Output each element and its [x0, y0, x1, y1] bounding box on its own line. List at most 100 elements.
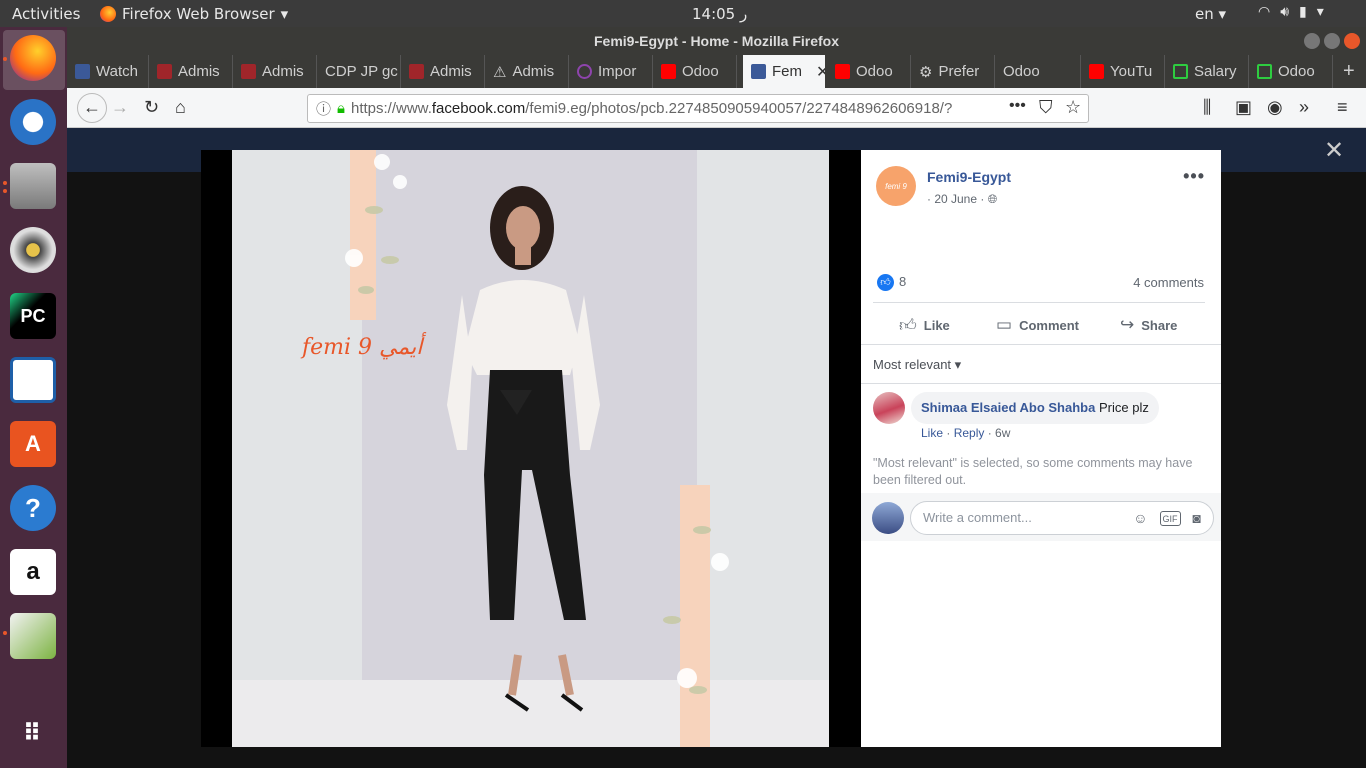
- activities-button[interactable]: Activities: [12, 5, 80, 23]
- running-indicator: [3, 631, 7, 635]
- tab[interactable]: ⚠ Admis: [485, 55, 569, 88]
- minimize-icon[interactable]: [1304, 33, 1320, 49]
- tab[interactable]: ⚙ Prefer: [911, 55, 995, 88]
- tab[interactable]: Impor: [569, 55, 653, 88]
- maximize-icon[interactable]: [1324, 33, 1340, 49]
- web-page: ✕ femi 9 أيمي femi 9 Femi9-Egypt · 20 Ju…: [67, 128, 1366, 768]
- home-icon[interactable]: ⌂: [175, 97, 186, 118]
- like-count[interactable]: 8: [899, 274, 906, 289]
- thunderbird-launcher-icon[interactable]: [10, 99, 56, 145]
- battery-icon: ▮: [1299, 4, 1307, 20]
- pocket-icon[interactable]: ⛉: [1039, 97, 1053, 118]
- firefox-icon: [100, 6, 116, 22]
- divider: [873, 302, 1205, 303]
- sticker-icon[interactable]: ◙: [1193, 502, 1201, 534]
- tab-strip: Watch Admis Admis CDP JP gc Admis ⚠ Admis…: [67, 55, 1366, 88]
- site-favicon-icon: [1173, 64, 1188, 79]
- site-favicon-icon: [157, 64, 172, 79]
- comment-sort-dropdown[interactable]: Most relevant ▾: [873, 357, 961, 373]
- system-top-bar: Activities Firefox Web Browser ▾ ر 14:05…: [0, 0, 1366, 27]
- page-actions-icon[interactable]: •••: [1009, 97, 1026, 115]
- comment-author-link[interactable]: Shimaa Elsaied Abo Shahba: [921, 400, 1095, 415]
- help-launcher-icon[interactable]: ?: [10, 485, 56, 531]
- amazon-launcher-icon[interactable]: a: [10, 549, 56, 595]
- account-icon[interactable]: ◉: [1267, 97, 1283, 118]
- speech-bubble-icon: ▭: [996, 315, 1013, 334]
- info-icon[interactable]: ⓘ: [316, 98, 331, 119]
- tab[interactable]: CDP JP gc: [317, 55, 401, 88]
- comment-bubble: Shimaa Elsaied Abo Shahba Price plz: [911, 392, 1159, 424]
- comment-age[interactable]: 6w: [995, 426, 1010, 440]
- app-menu-label: Firefox Web Browser: [122, 5, 275, 23]
- bookmark-star-icon[interactable]: ☆: [1065, 97, 1081, 118]
- tab-active[interactable]: Fem ✕: [743, 55, 825, 88]
- page-avatar[interactable]: femi 9: [876, 166, 916, 206]
- post-photo[interactable]: femi 9 أيمي: [232, 150, 829, 747]
- files-launcher-icon[interactable]: [10, 163, 56, 209]
- post-side-panel: femi 9 Femi9-Egypt · 20 June · 🌐︎ ••• 👍︎…: [861, 150, 1221, 747]
- rhythmbox-launcher-icon[interactable]: [10, 227, 56, 273]
- language-indicator[interactable]: en ▾: [1195, 5, 1226, 23]
- more-options-icon[interactable]: •••: [1183, 166, 1205, 187]
- emoji-icon[interactable]: ☺: [1133, 502, 1147, 534]
- pycharm-launcher-icon[interactable]: PC: [10, 293, 56, 339]
- comment-button[interactable]: ▭ Comment: [996, 315, 1079, 335]
- like-button[interactable]: 👍︎ Like: [899, 315, 950, 336]
- app-menu[interactable]: Firefox Web Browser ▾: [100, 5, 288, 23]
- close-tab-icon[interactable]: ✕: [816, 62, 825, 82]
- library-icon[interactable]: ⫼: [1203, 97, 1211, 118]
- tab[interactable]: Watch: [67, 55, 149, 88]
- running-indicator: [3, 57, 7, 61]
- tab[interactable]: YouTu: [1081, 55, 1165, 88]
- comment-like-link[interactable]: Like: [921, 426, 943, 440]
- filter-note: "Most relevant" is selected, so some com…: [873, 456, 1193, 487]
- photo-logo-text: femi 9 أيمي: [302, 335, 423, 360]
- tab[interactable]: Odoo: [653, 55, 737, 88]
- lock-icon: 🔒︎: [337, 100, 345, 117]
- chevron-down-icon: ▾: [280, 5, 289, 23]
- writer-launcher-icon[interactable]: [10, 357, 56, 403]
- image-viewer-launcher-icon[interactable]: [10, 613, 56, 659]
- firefox-launcher-icon[interactable]: [10, 35, 56, 81]
- divider: [861, 383, 1221, 384]
- comment-input[interactable]: Write a comment... ☺ GIF ◙: [910, 501, 1214, 535]
- like-reaction-icon[interactable]: 👍︎: [877, 274, 894, 291]
- page-name-link[interactable]: Femi9-Egypt: [927, 169, 1011, 185]
- overflow-chevron-icon[interactable]: »: [1299, 97, 1309, 118]
- software-center-launcher-icon[interactable]: A: [10, 421, 56, 467]
- reload-icon[interactable]: ↻: [144, 97, 159, 118]
- tab[interactable]: Admis: [149, 55, 233, 88]
- close-lightbox-icon[interactable]: ✕: [1324, 136, 1344, 165]
- tab[interactable]: Odoo: [1249, 55, 1333, 88]
- write-comment-bar: Write a comment... ☺ GIF ◙: [861, 493, 1221, 541]
- back-arrow-icon[interactable]: ←: [77, 93, 107, 123]
- hamburger-menu-icon[interactable]: ≡: [1337, 97, 1348, 118]
- share-button[interactable]: ↪ Share: [1120, 315, 1177, 335]
- facebook-favicon-icon: [751, 64, 766, 79]
- site-favicon-icon: [577, 64, 592, 79]
- divider: [861, 344, 1221, 345]
- tab[interactable]: Salary: [1165, 55, 1249, 88]
- show-applications-icon[interactable]: ⠿: [10, 711, 56, 757]
- system-tray[interactable]: ◠ 🔊︎ ▮ ▾: [1258, 4, 1324, 20]
- gear-icon: ⚙: [919, 63, 933, 81]
- tab[interactable]: Admis: [233, 55, 317, 88]
- clock[interactable]: ر 14:05: [692, 5, 747, 23]
- tab[interactable]: Odoo: [995, 55, 1081, 88]
- comments-count[interactable]: 4 comments: [1133, 275, 1204, 290]
- close-icon[interactable]: [1344, 33, 1360, 49]
- url-bar[interactable]: ⓘ 🔒︎ https://www.facebook.com/femi9.eg/p…: [307, 94, 1089, 123]
- tab[interactable]: Admis: [401, 55, 485, 88]
- url-text: https://www.facebook.com/femi9.eg/photos…: [351, 100, 953, 117]
- tab[interactable]: Odoo: [827, 55, 911, 88]
- facebook-favicon-icon: [75, 64, 90, 79]
- wifi-icon: ◠: [1258, 4, 1271, 20]
- comment-reply-link[interactable]: Reply: [954, 426, 985, 440]
- post-date[interactable]: · 20 June · 🌐︎: [927, 192, 997, 207]
- sidebar-icon[interactable]: ▣: [1235, 97, 1252, 118]
- forward-arrow-icon[interactable]: →: [111, 97, 129, 118]
- commenter-avatar[interactable]: [873, 392, 905, 424]
- new-tab-button[interactable]: +: [1335, 55, 1366, 88]
- share-arrow-icon: ↪: [1120, 315, 1135, 334]
- gif-icon[interactable]: GIF: [1159, 511, 1181, 526]
